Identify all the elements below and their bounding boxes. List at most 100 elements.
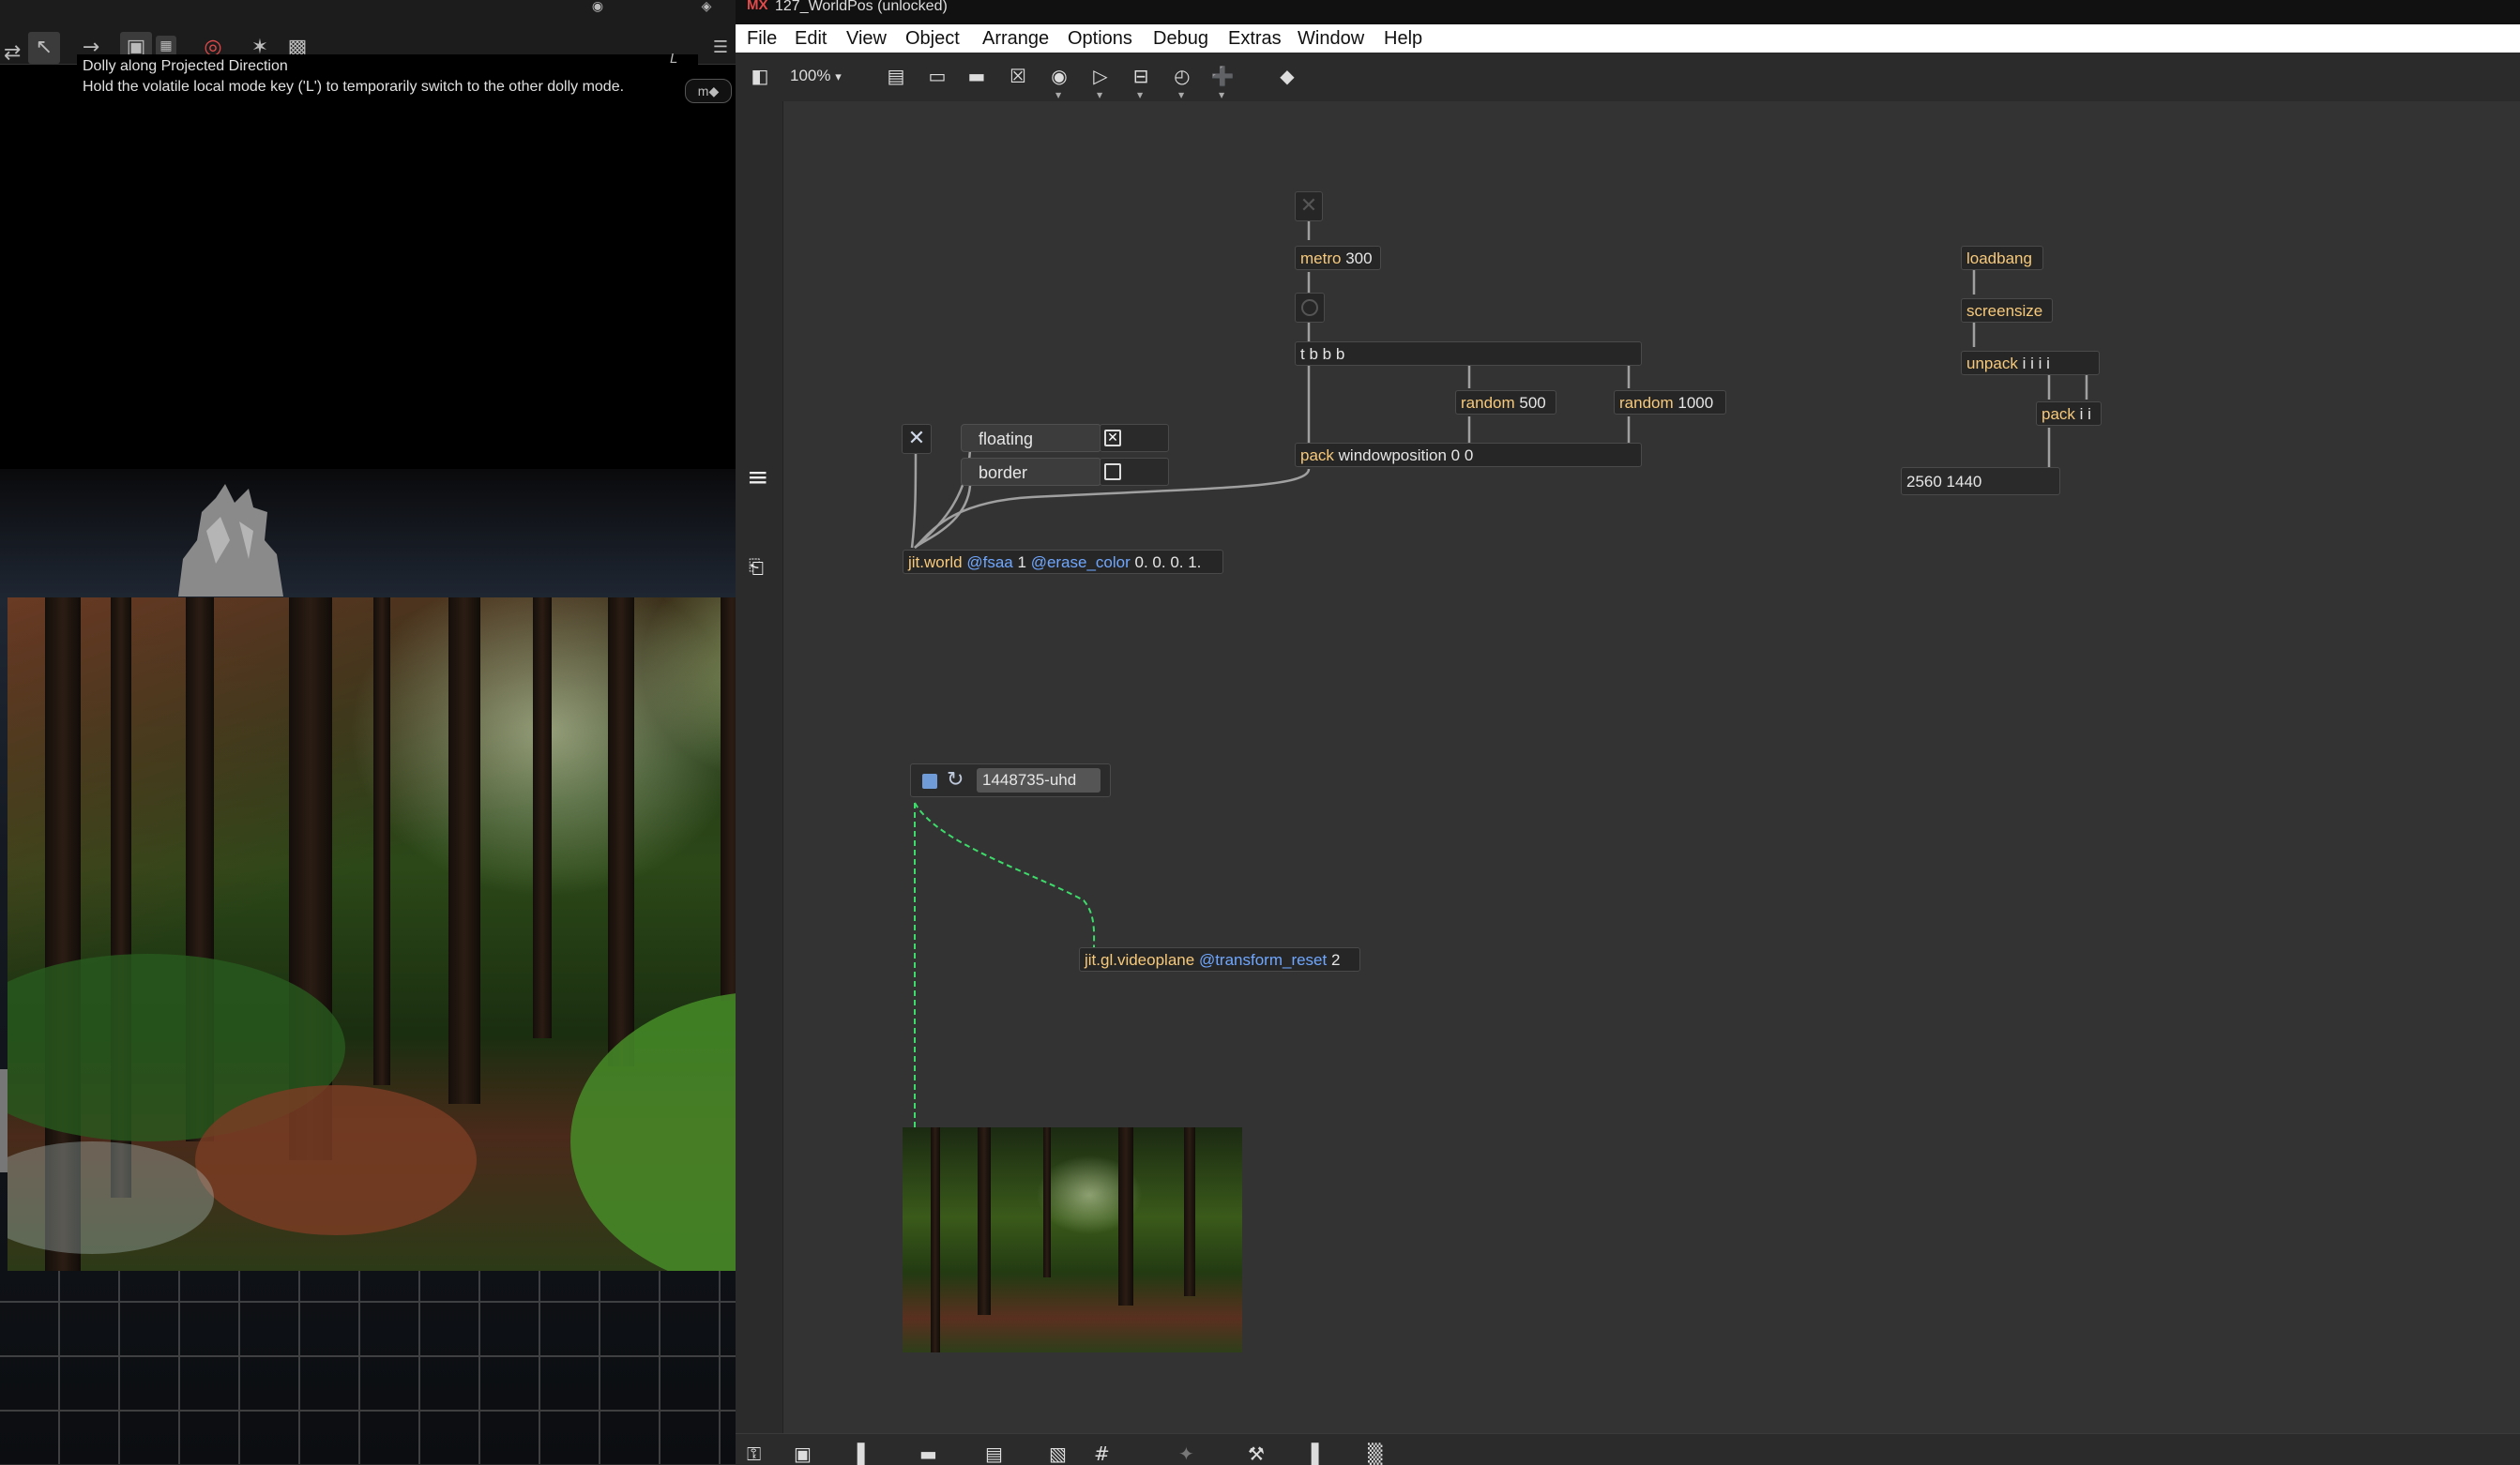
pattern-icon[interactable]: ▒ [1368, 1444, 1382, 1463]
toggle-metro[interactable]: ✕ [1295, 191, 1323, 221]
attr-fsaa: @fsaa [966, 553, 1013, 571]
jit-gl-videoplane-object[interactable]: jit.gl.videoplane @transform_reset 2 [1079, 947, 1360, 972]
object-class: screensize [1966, 302, 2043, 320]
nav-arrow-icon[interactable]: ⇄ [4, 38, 21, 69]
attr-transform-reset: @transform_reset [1198, 951, 1328, 969]
object-class: pack [1300, 446, 1334, 464]
border-message[interactable]: border [961, 458, 1101, 486]
select-tool-icon[interactable]: ↖ [28, 32, 60, 64]
attr-transform-reset-value: 2 [1330, 951, 1341, 969]
max-titlebar [736, 0, 2520, 24]
border-toggle-box [1100, 458, 1169, 486]
new-object-icon[interactable]: ▭ [925, 64, 949, 88]
border-checkbox[interactable] [1104, 463, 1121, 480]
zoom-select[interactable]: 100% ▾ [790, 64, 842, 89]
floating-message[interactable]: floating [961, 424, 1101, 452]
tooltip-hotkey: L [670, 51, 678, 67]
object-class: metro [1300, 249, 1342, 267]
object-class: unpack [1966, 355, 2018, 372]
snap-icon[interactable]: ✦ [1178, 1444, 1194, 1463]
bang-circle-icon [1301, 299, 1318, 316]
paint-bucket-icon[interactable]: ◆ [1275, 64, 1299, 88]
zoom-value: 100% [790, 67, 831, 84]
presentation-icon[interactable]: ▤ [884, 64, 908, 88]
attr-erase-color: @erase_color [1030, 553, 1131, 571]
movie-name: 1448735-uhd [977, 768, 1101, 793]
floating-checkbox[interactable]: ✕ [1104, 430, 1121, 446]
stack-icon[interactable]: ▤ [985, 1444, 1003, 1463]
menu-extras[interactable]: Extras [1228, 24, 1282, 53]
hamburger-menu-icon[interactable]: ≡ [747, 461, 768, 492]
viewport-scroll-handle[interactable] [0, 1069, 8, 1172]
add-object-icon[interactable]: ➕ ▼ [1210, 64, 1235, 99]
sidebar-toggle-icon[interactable]: ◧ [748, 64, 772, 88]
object-arg: i i i i [2022, 355, 2050, 372]
window-icon[interactable]: ▬ [919, 1444, 937, 1463]
screensize-message-display[interactable]: 2560 1440 [1901, 467, 2060, 495]
video-preview-pwindow[interactable] [903, 1127, 1242, 1352]
lock-icon[interactable]: ⚿ [747, 1444, 761, 1463]
pack-windowposition-object[interactable]: pack windowposition 0 0 [1295, 443, 1642, 467]
jit-world-object[interactable]: jit.world @fsaa 1 @erase_color 0. 0. 0. … [903, 550, 1223, 574]
object-arg: 300 [1345, 249, 1373, 267]
loop-icon[interactable]: ↻ [947, 767, 964, 793]
stop-icon[interactable] [922, 774, 937, 789]
object-class: jit.gl.videoplane [1085, 951, 1195, 969]
slider-object-icon[interactable]: ⊟ ▼ [1129, 64, 1153, 99]
layout-icon[interactable]: ▌ [858, 1444, 872, 1463]
sidebar-panel-icon[interactable]: ⎗ [749, 555, 764, 578]
tooltip-title: Dolly along Projected Direction [83, 58, 288, 74]
object-class: random [1619, 394, 1674, 412]
menu-help[interactable]: Help [1384, 24, 1422, 53]
comment-icon[interactable]: ▬ [964, 64, 989, 88]
menu-view[interactable]: View [846, 24, 887, 53]
presentation-mode-icon[interactable]: ▣ [794, 1444, 812, 1463]
object-class: loadbang [1966, 249, 2032, 267]
object-arg: b b b [1309, 345, 1345, 363]
menu-edit[interactable]: Edit [795, 24, 827, 53]
max-logo: MX [747, 0, 768, 13]
pack-ii-object[interactable]: pack i i [2036, 401, 2102, 426]
object-class: jit.world [908, 553, 963, 571]
debug-icon[interactable]: ▧ [1049, 1444, 1067, 1463]
menu-file[interactable]: File [747, 24, 777, 53]
toggle-fullscreen[interactable]: ✕ [902, 424, 932, 454]
object-class: random [1461, 394, 1515, 412]
wrench-icon[interactable]: ⚒ [1248, 1444, 1265, 1463]
loadbang-object[interactable]: loadbang [1961, 246, 2043, 270]
statue-model [178, 484, 283, 597]
random-1000-object[interactable]: random 1000 [1614, 390, 1726, 415]
metro-object[interactable]: metro 300 [1295, 246, 1381, 270]
object-class: t [1300, 345, 1305, 363]
mode-chip[interactable]: m◆ [685, 79, 732, 103]
dolly-tooltip: Dolly along Projected Direction Hold the… [77, 54, 698, 105]
grid-tool-icon[interactable]: ▦ [156, 36, 176, 56]
viewport-grid [0, 1261, 736, 1464]
columns-icon[interactable]: ▐ [1304, 1444, 1318, 1463]
patcher-toolbar [736, 53, 2520, 102]
movie-player[interactable]: ↻ 1448735-uhd [910, 763, 1111, 797]
bang-button[interactable] [1295, 293, 1325, 323]
unpack-object[interactable]: unpack i i i i [1961, 351, 2100, 375]
object-arg: 1000 [1677, 394, 1714, 412]
menu-options[interactable]: Options [1068, 24, 1132, 53]
button-object-icon[interactable]: ◉ ▼ [1047, 64, 1071, 99]
zoom-caret-icon: ▾ [835, 69, 842, 83]
trigger-object[interactable]: t b b b [1295, 341, 1642, 366]
viewport-settings-icon[interactable]: ☰ [709, 32, 732, 64]
random-500-object[interactable]: random 500 [1455, 390, 1556, 415]
patcher-bottom-toolbar [736, 1433, 2520, 1465]
toggle-object-icon[interactable]: ☒ [1006, 64, 1030, 88]
toggle-x-icon: ✕ [907, 427, 926, 450]
message-object-icon[interactable]: ▷ ▼ [1088, 64, 1113, 99]
grid-icon[interactable]: # [1094, 1444, 1110, 1463]
viewport-menu-icon[interactable]: ◈ [691, 0, 722, 13]
menu-arrange[interactable]: Arrange [982, 24, 1049, 53]
menu-debug[interactable]: Debug [1153, 24, 1208, 53]
menu-object[interactable]: Object [905, 24, 960, 53]
screensize-object[interactable]: screensize [1961, 298, 2053, 323]
menu-window[interactable]: Window [1298, 24, 1364, 53]
dial-object-icon[interactable]: ◴ ▼ [1170, 64, 1194, 99]
viewport-option-icon[interactable]: ◉ [582, 0, 614, 13]
attr-erase-color-value: 0. 0. 0. 1. [1134, 553, 1202, 571]
